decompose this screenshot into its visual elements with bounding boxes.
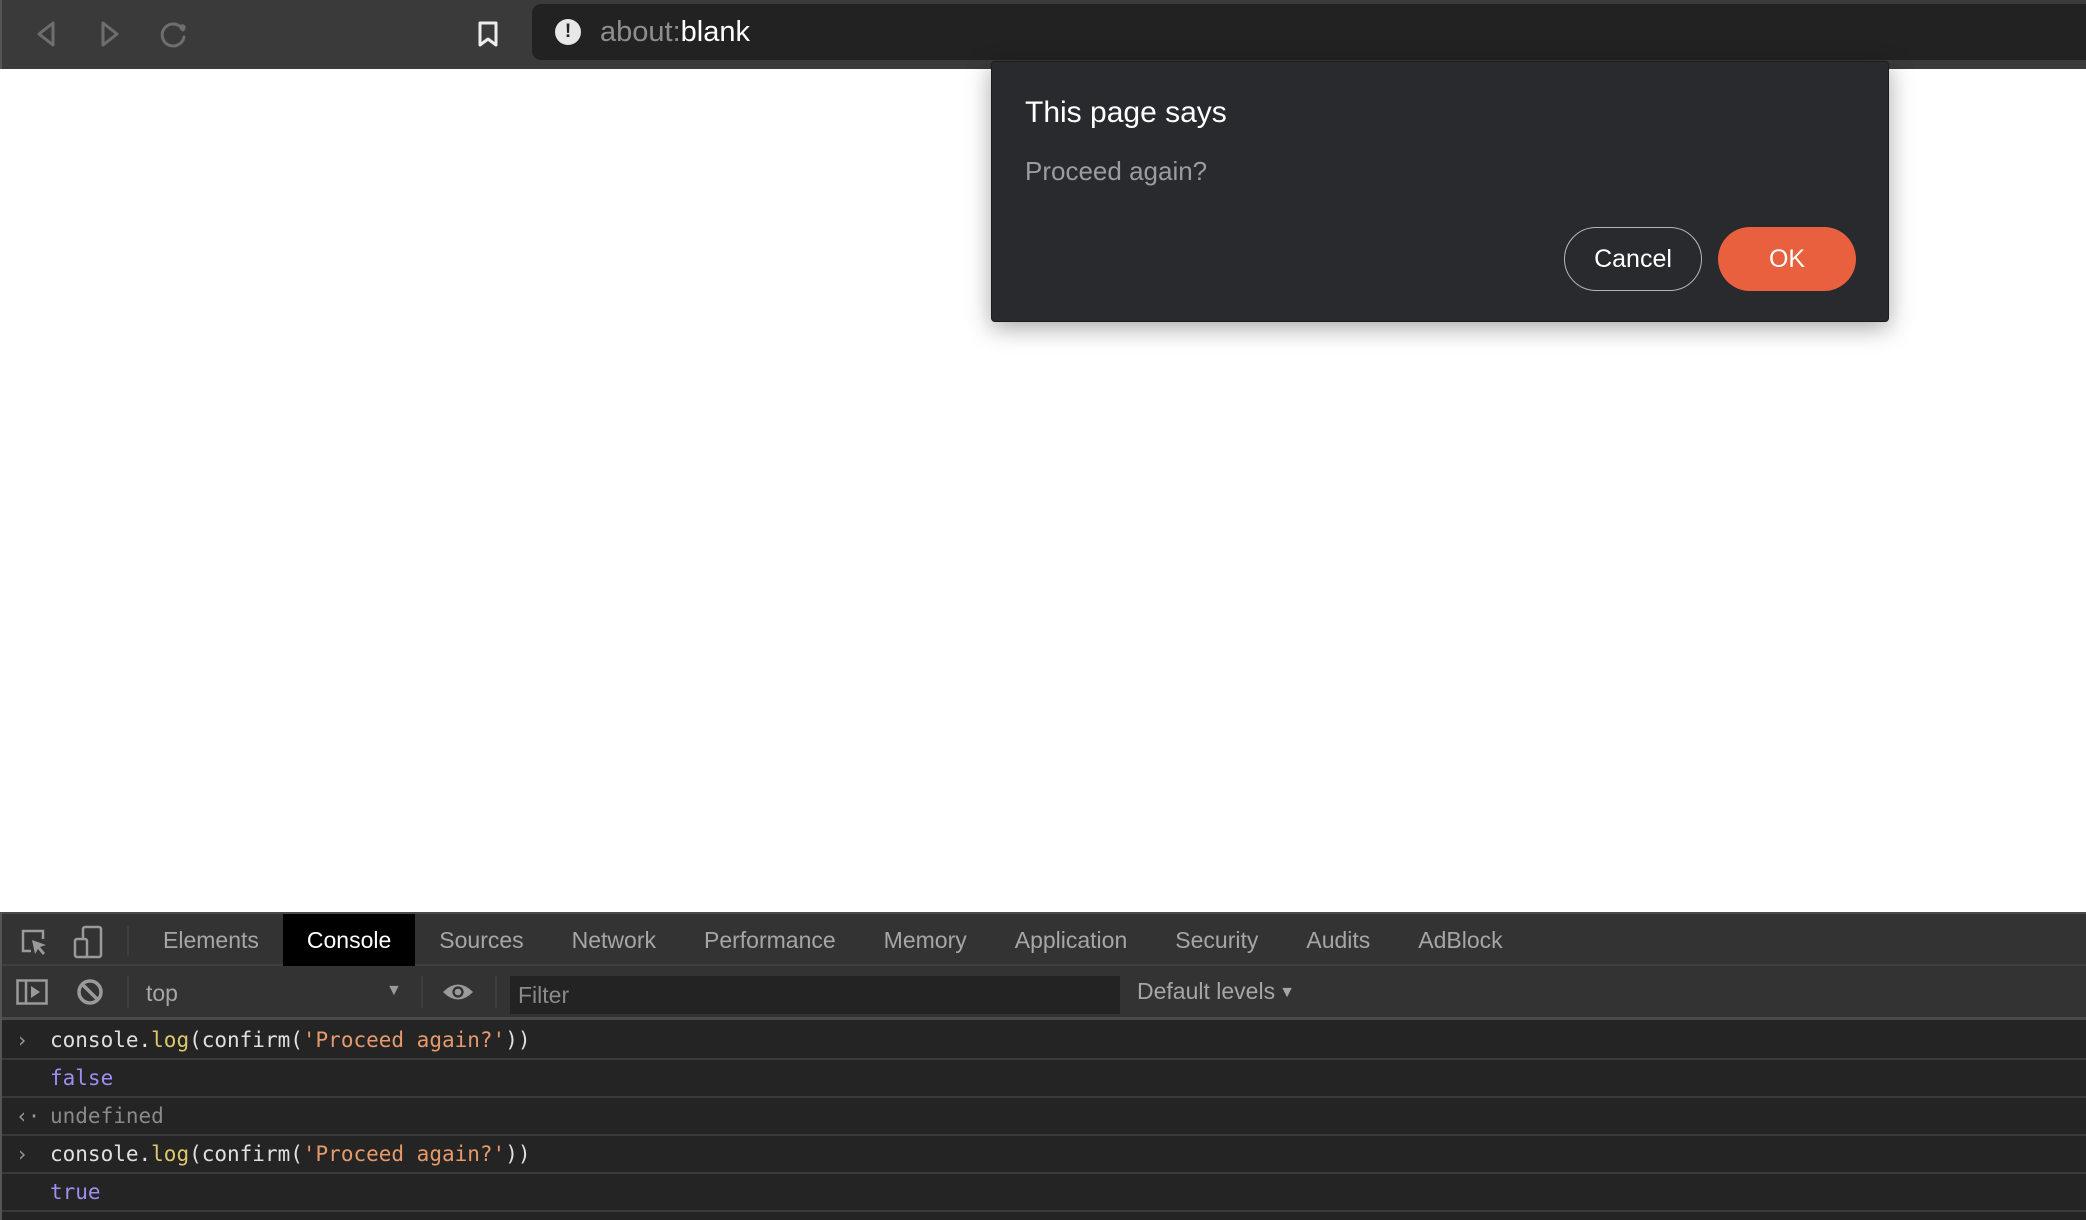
console-input-row: › console.log(confirm('Proceed again?')) (2, 1136, 2086, 1174)
ok-button[interactable]: OK (1718, 227, 1856, 291)
token-plain: )) (505, 1028, 531, 1052)
forward-arrow-icon (101, 21, 119, 47)
tab-adblock[interactable]: AdBlock (1394, 914, 1526, 966)
tab-console[interactable]: Console (282, 914, 416, 966)
live-expression-button[interactable] (442, 976, 474, 1008)
url-host: blank (680, 16, 750, 48)
device-toolbar-button[interactable] (72, 925, 104, 959)
context-value: top (146, 980, 178, 1006)
token-undef: undefined (50, 1104, 164, 1128)
prompt-chevron-icon: › (16, 1142, 29, 1166)
tab-performance[interactable]: Performance (680, 914, 860, 966)
dialog-message: Proceed again? (1025, 156, 1208, 186)
token-bool: true (50, 1180, 101, 1204)
inspect-cursor-icon (21, 929, 46, 955)
tab-application[interactable]: Application (991, 914, 1152, 966)
devtools-tabs: Elements Console Sources Network Performance… (139, 914, 1527, 966)
toolbar-divider (127, 976, 129, 1008)
tab-network[interactable]: Network (548, 914, 680, 966)
browser-toolbar: ! about:blank (0, 0, 2086, 69)
console-output-row: true (2, 1174, 2086, 1212)
reload-icon (160, 22, 186, 48)
toolbar-divider (495, 976, 497, 1008)
bookmark-button[interactable] (468, 14, 508, 54)
console-text: console.log(confirm('Proceed again?')) (50, 1022, 530, 1058)
tab-security[interactable]: Security (1151, 914, 1282, 966)
token-plain: (confirm( (189, 1028, 303, 1052)
dialog-title: This page says (1025, 96, 1227, 129)
token-method: log (151, 1142, 190, 1166)
confirm-dialog: This page says Proceed again? Cancel OK (991, 61, 1889, 322)
url-text[interactable]: about:blank (600, 16, 750, 48)
console-text: true (50, 1174, 101, 1210)
console-result-row: ‹· undefined (2, 1098, 2086, 1136)
tab-sources[interactable]: Sources (415, 914, 547, 966)
log-levels-label: Default levels (1137, 978, 1276, 1004)
filter-input[interactable] (510, 976, 1120, 1014)
show-sidebar-button[interactable] (16, 976, 48, 1008)
sidebar-toggle-icon (16, 979, 48, 1005)
token-bool: false (50, 1066, 114, 1090)
token-string: 'Proceed again?' (302, 1028, 506, 1052)
eye-icon (442, 984, 474, 1000)
clear-icon (77, 979, 103, 1005)
console-text: false (50, 1060, 113, 1096)
devtools-panel: Elements Console Sources Network Performance… (0, 912, 2086, 1220)
url-scheme: about: (600, 16, 681, 48)
toolbar-divider (421, 976, 423, 1008)
bookmark-icon (478, 21, 498, 47)
toolbar-divider (127, 926, 129, 956)
chevron-down-icon: ▼ (1279, 984, 1295, 1001)
prompt-chevron-icon: › (16, 1028, 29, 1052)
tab-memory[interactable]: Memory (860, 914, 991, 966)
inspect-element-button[interactable] (18, 926, 50, 958)
forward-button[interactable] (90, 14, 130, 54)
context-selector[interactable]: top ▼ (136, 972, 416, 1012)
tab-elements[interactable]: Elements (139, 914, 283, 966)
console-output-row: false (2, 1060, 2086, 1098)
console-text: undefined (50, 1098, 164, 1134)
token-string: 'Proceed again?' (302, 1142, 506, 1166)
address-bar[interactable]: ! about:blank (532, 4, 2086, 60)
token-plain: (confirm( (189, 1142, 303, 1166)
console-toolbar: top ▼ Default levels▼ (2, 966, 2086, 1020)
device-icon (73, 925, 103, 959)
token-plain: )) (505, 1142, 531, 1166)
log-levels-dropdown[interactable]: Default levels ▼ (1137, 978, 1295, 1005)
clear-console-button[interactable] (74, 976, 106, 1008)
reload-button[interactable] (154, 14, 194, 54)
token-plain: console. (50, 1028, 152, 1052)
cancel-button[interactable]: Cancel (1564, 227, 1702, 291)
chevron-down-icon: ▼ (386, 982, 402, 999)
token-method: log (151, 1028, 190, 1052)
back-button[interactable] (26, 14, 66, 54)
token-plain: console. (50, 1142, 152, 1166)
info-icon[interactable]: ! (555, 19, 581, 45)
back-arrow-icon (37, 21, 55, 47)
tab-audits[interactable]: Audits (1282, 914, 1394, 966)
result-arrow-icon: ‹· (16, 1104, 41, 1128)
console-input-row: › console.log(confirm('Proceed again?')) (2, 1022, 2086, 1060)
console-output: › console.log(confirm('Proceed again?')) f… (2, 1022, 2086, 1212)
devtools-tabbar: Elements Console Sources Network Performance… (2, 912, 2086, 966)
console-text: console.log(confirm('Proceed again?')) (50, 1136, 530, 1172)
